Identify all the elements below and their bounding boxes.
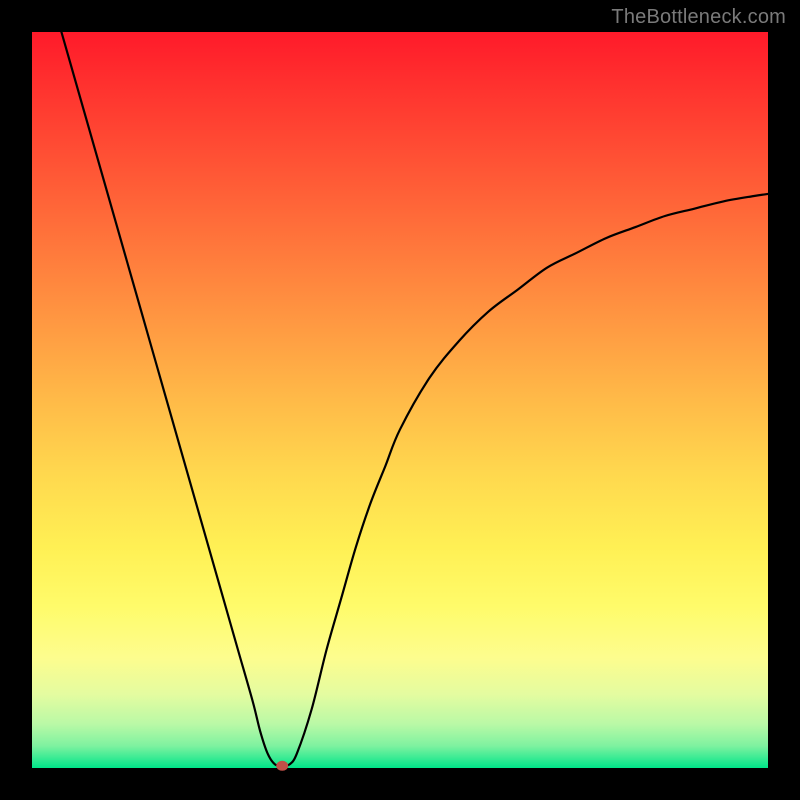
bottleneck-curve-path: [61, 32, 768, 766]
bottleneck-curve-svg: [32, 32, 768, 768]
chart-plot-area: [32, 32, 768, 768]
minimum-marker: [276, 761, 288, 771]
watermark-text: TheBottleneck.com: [611, 6, 786, 29]
